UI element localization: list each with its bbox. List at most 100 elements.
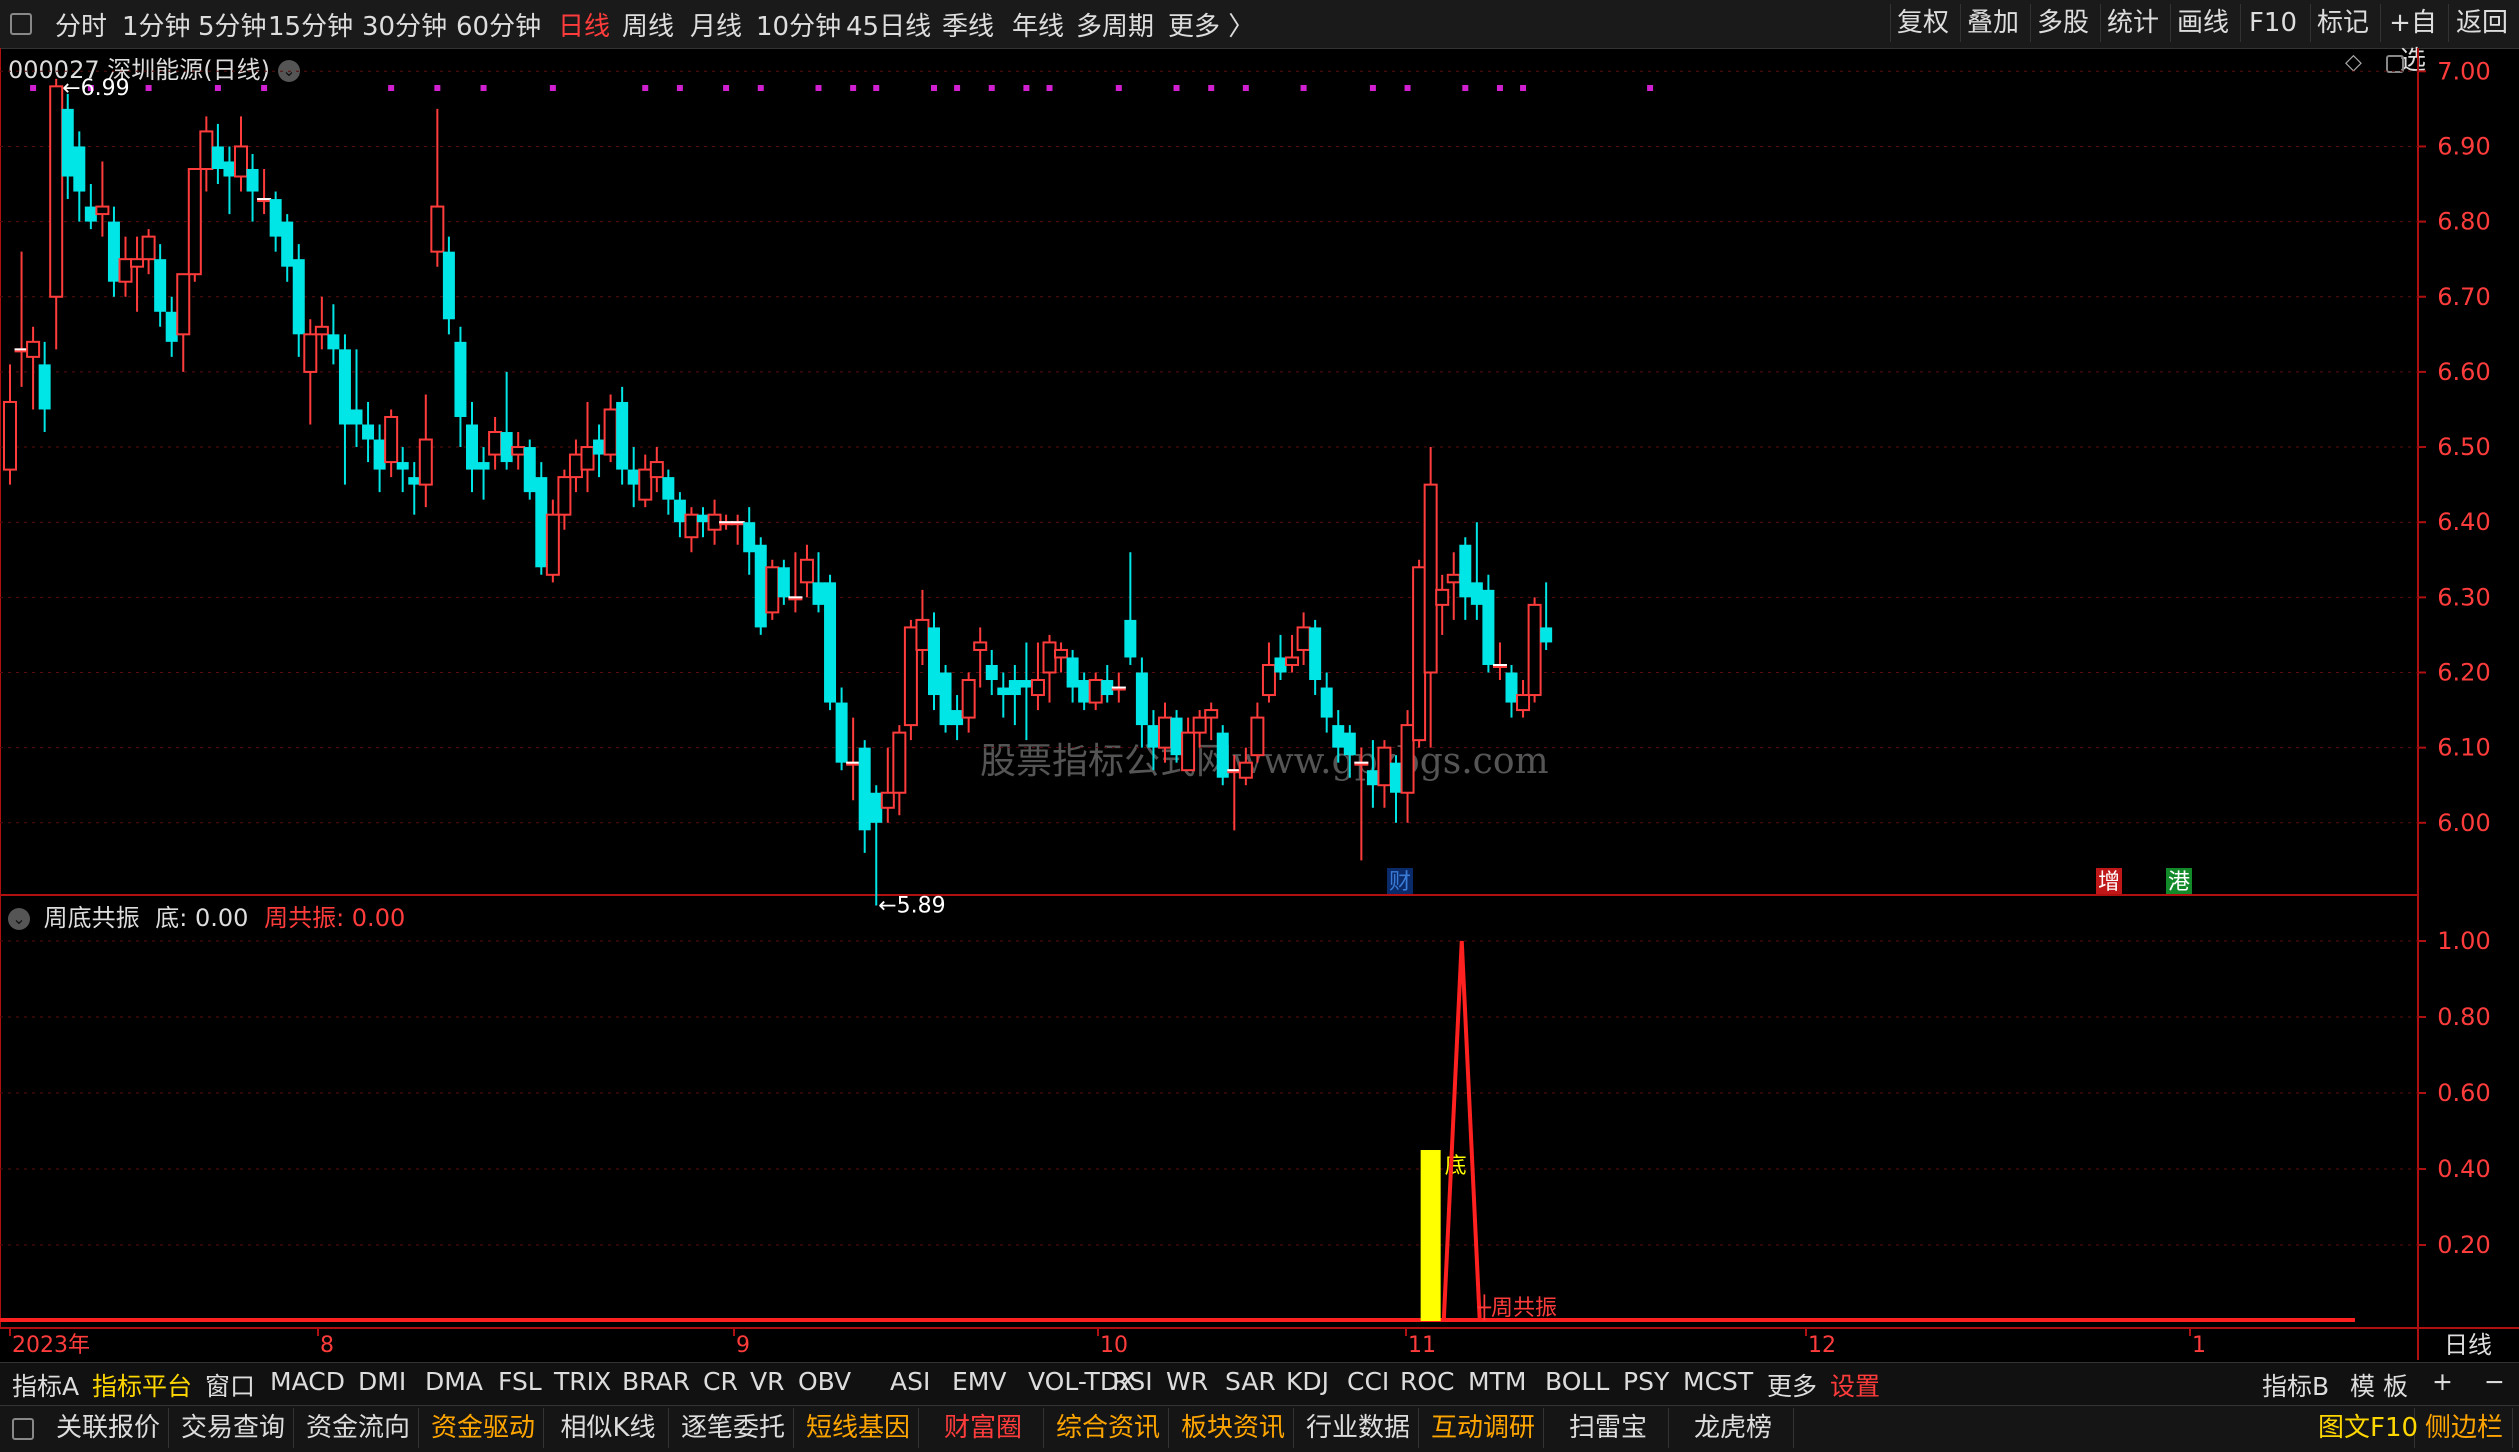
indicator-tab-11[interactable]: OBV [798,1367,851,1396]
function-right-0[interactable]: 图文F10 [2318,1408,2418,1448]
function-button-4[interactable]: 相似K线 [548,1408,669,1448]
indicator-tab-1[interactable]: 指标平台 [92,1367,192,1403]
candle [95,161,110,237]
indicator-tick-label: 0.80 [2437,1003,2490,1031]
function-button-12[interactable]: 扫雷宝 [1548,1408,1669,1448]
candle-body [858,747,871,831]
candle-body [154,259,167,312]
indicator-tab-6[interactable]: FSL [498,1367,542,1396]
chevron-down-icon[interactable]: ⌄ [8,908,30,930]
candle [1446,552,1461,620]
candle [649,447,664,493]
indicator-tab-4[interactable]: DMI [358,1367,406,1396]
time-label: 1 [2192,1333,2206,1358]
period-label: 日线 [2444,1331,2492,1359]
indicator-tab-3[interactable]: MACD [270,1367,345,1396]
candle [26,326,41,410]
indicator-tab-22[interactable]: BOLL [1545,1367,1609,1396]
function-button-5[interactable]: 逐笔委托 [673,1408,794,1448]
indicator-tab-5[interactable]: DMA [425,1367,483,1396]
candle-body [292,259,305,335]
indicator-tab-13[interactable]: EMV [952,1367,1006,1396]
indicator-right-3[interactable]: − [2484,1367,2505,1396]
indicator-tab-10[interactable]: VR [750,1367,784,1396]
candle-body [1390,762,1402,793]
indicator-tab-7[interactable]: TRIX [554,1367,611,1396]
candle [1170,710,1183,763]
indicator-tab-9[interactable]: CR [703,1367,738,1396]
event-tag-text: 增 [2098,870,2120,895]
candle [61,93,74,200]
kline-chart[interactable]: 7.00 6.90 6.80 6.70 6.60 6.50 6.40 6.30 6.20 6.10… [0,0,2519,1362]
function-button-7[interactable]: 财富圈 [923,1408,1044,1448]
function-button-9[interactable]: 板块资讯 [1173,1408,1294,1448]
indicator-tab-21[interactable]: MTM [1468,1367,1526,1396]
candle-body [1412,566,1427,742]
function-menu-icon[interactable] [12,1418,34,1444]
indicator-tab-23[interactable]: PSY [1623,1367,1669,1396]
indicator-tab-15[interactable]: RSI [1112,1367,1153,1396]
indicator-tab-20[interactable]: ROC [1400,1367,1455,1396]
candle [211,123,224,185]
candle-body [754,544,767,628]
candle [73,131,86,222]
candle-body [961,679,976,719]
event-tag: 增 [2096,868,2122,895]
indicator-tab-18[interactable]: KDJ [1286,1367,1329,1396]
function-button-2[interactable]: 资金流向 [298,1408,419,1448]
candle-body [1101,680,1114,696]
candle-body [118,258,133,283]
candle [846,717,861,801]
signal-dot [850,85,857,91]
function-button-8[interactable]: 综合资讯 [1048,1408,1169,1448]
indicator-tab-26[interactable]: 设置 [1830,1367,1880,1403]
candle [1261,642,1276,703]
indicator-tab-16[interactable]: WR [1166,1367,1208,1396]
candle [384,409,399,478]
indicator-tab-17[interactable]: SAR [1225,1367,1276,1396]
candle [568,439,583,493]
function-button-3[interactable]: 资金驱动 [423,1408,544,1448]
signal-dot [757,85,764,91]
indicator-tab-24[interactable]: MCST [1683,1367,1753,1396]
indicator-tab-0[interactable]: 指标A [12,1367,79,1403]
candle [477,447,490,500]
indicator-tab-12[interactable]: ASI [890,1367,930,1396]
candle [84,184,97,230]
indicator-tab-25[interactable]: 更多 [1767,1367,1817,1403]
function-button-0[interactable]: 关联报价 [48,1408,169,1448]
candle-body [1332,725,1345,748]
signal-dot [388,85,395,91]
candle-body [1296,626,1311,651]
indicator-tab-19[interactable]: CCI [1347,1367,1389,1396]
price-tick-label: 6.10 [2437,734,2490,762]
candle-body [1470,582,1483,605]
candle-body [73,146,86,192]
indicator-tab-8[interactable]: BRAR [622,1367,690,1396]
candle-body [84,206,97,222]
indicator-tab-2[interactable]: 窗口 [205,1367,255,1403]
candle-body [454,341,467,417]
candle-body [408,477,421,485]
signal-dot [1300,85,1307,91]
function-button-1[interactable]: 交易查询 [173,1408,294,1448]
candle [892,725,907,816]
function-button-13[interactable]: 龙虎榜 [1673,1408,1794,1448]
candle [1377,740,1392,808]
indicator-right-0[interactable]: 指标B [2262,1367,2329,1403]
candle [730,514,745,545]
indicator-right-2[interactable]: + [2432,1367,2453,1396]
candle-body [38,364,51,410]
function-button-11[interactable]: 互动调研 [1423,1408,1544,1448]
function-button-10[interactable]: 行业数据 [1298,1408,1419,1448]
function-button-6[interactable]: 短线基因 [798,1408,919,1448]
indicator-right-1[interactable]: 模 板 [2350,1367,2408,1403]
candle [281,214,294,282]
function-bar: 关联报价 交易查询 资金流向 资金驱动 相似K线 逐笔委托 短线基因 财富圈 综合资讯 板块资讯行… [0,1405,2519,1452]
candle-body [61,108,74,177]
candle [1158,702,1172,763]
signal-dot [723,85,730,91]
candle [292,244,305,357]
indicator-tick-label: 0.40 [2437,1155,2490,1183]
function-right-1[interactable]: 侧边栏 [2416,1408,2513,1448]
